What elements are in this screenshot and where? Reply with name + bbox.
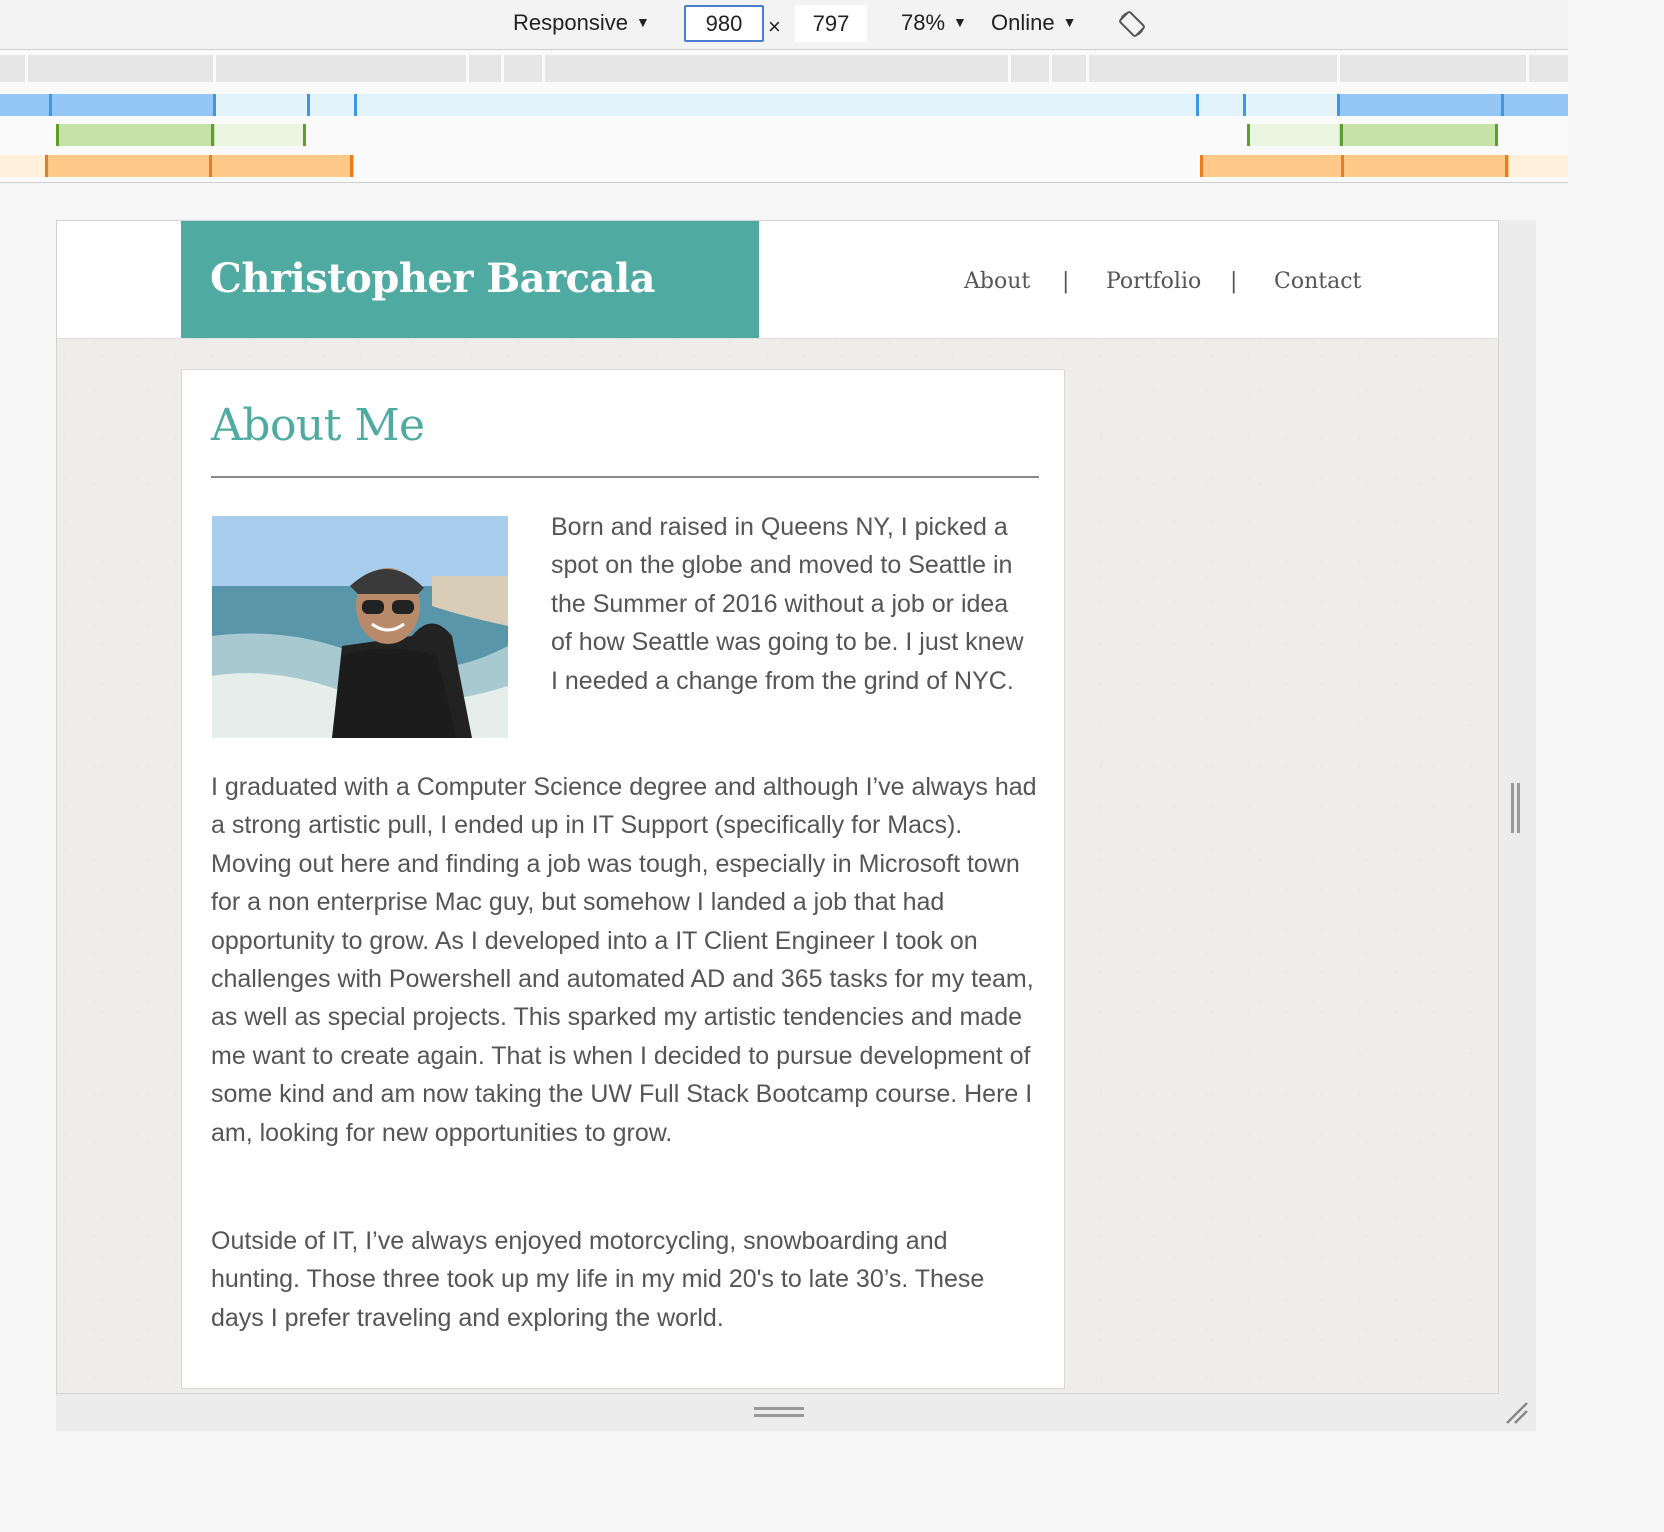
ruler-segment[interactable] bbox=[1011, 55, 1049, 82]
min-max-query-bar[interactable] bbox=[57, 124, 215, 146]
nav-about-link[interactable]: About bbox=[964, 269, 1030, 294]
corner-resize-icon[interactable] bbox=[1503, 1399, 1531, 1427]
breakpoint-marker[interactable] bbox=[1341, 155, 1344, 177]
breakpoint-marker[interactable] bbox=[1247, 124, 1250, 146]
chevron-down-icon: ▼ bbox=[1062, 14, 1077, 30]
bottom-resize-handle[interactable] bbox=[754, 1407, 804, 1419]
site-title[interactable]: Christopher Barcala bbox=[210, 255, 656, 302]
nav-separator: | bbox=[1062, 269, 1070, 294]
breakpoint-marker[interactable] bbox=[1200, 155, 1203, 177]
ruler-segment[interactable] bbox=[1089, 55, 1337, 82]
about-heading: About Me bbox=[211, 400, 425, 451]
min-width-query-bar[interactable] bbox=[1201, 155, 1509, 177]
nav-contact-link[interactable]: Contact bbox=[1274, 269, 1361, 294]
chevron-down-icon: ▼ bbox=[635, 14, 650, 30]
right-resize-handle[interactable] bbox=[1511, 783, 1520, 833]
min-max-query-bar[interactable] bbox=[1249, 124, 1339, 146]
beach-selfie-illustration bbox=[212, 516, 508, 738]
breakpoint-marker[interactable] bbox=[45, 155, 48, 177]
network-label: Online bbox=[991, 10, 1055, 35]
ruler-segment[interactable] bbox=[0, 55, 25, 82]
heading-divider bbox=[211, 476, 1039, 478]
about-career-paragraph: I graduated with a Computer Science degr… bbox=[211, 773, 1037, 1147]
zoom-select[interactable]: 78% ▼ bbox=[901, 10, 967, 36]
breakpoint-marker[interactable] bbox=[49, 94, 52, 116]
breakpoint-marker[interactable] bbox=[209, 155, 212, 177]
breakpoint-marker[interactable] bbox=[1196, 94, 1199, 116]
max-width-query-bar[interactable] bbox=[215, 94, 1339, 116]
device-label: Responsive bbox=[513, 10, 628, 35]
ruler-segment[interactable] bbox=[1340, 55, 1526, 82]
chevron-down-icon: ▼ bbox=[953, 14, 967, 30]
dimension-times-icon: × bbox=[768, 14, 781, 39]
device-select[interactable]: Responsive ▼ bbox=[513, 10, 650, 36]
nav-separator: | bbox=[1230, 269, 1238, 294]
breakpoint-marker[interactable] bbox=[1337, 94, 1340, 116]
max-width-query-bar[interactable] bbox=[1339, 94, 1568, 116]
breakpoint-marker[interactable] bbox=[1495, 124, 1498, 146]
about-hobbies-paragraph: Outside of IT, I’ve always enjoyed motor… bbox=[211, 1227, 985, 1332]
ruler-segment[interactable] bbox=[545, 55, 1008, 82]
breakpoint-marker[interactable] bbox=[213, 94, 216, 116]
zoom-label: 78% bbox=[901, 10, 946, 35]
breakpoint-marker[interactable] bbox=[303, 124, 306, 146]
about-card: About Me Born and raised in Queens NY, I… bbox=[181, 369, 1065, 1389]
min-width-query-bar[interactable] bbox=[0, 155, 46, 177]
device-toolbar: Responsive ▼ × 78% ▼ Online ▼ bbox=[0, 0, 1568, 50]
ruler-segment[interactable] bbox=[1052, 55, 1086, 82]
min-max-query-bar[interactable] bbox=[1339, 124, 1497, 146]
nav-portfolio-link[interactable]: Portfolio bbox=[1106, 269, 1201, 294]
ruler-segment[interactable] bbox=[28, 55, 213, 82]
max-width-query-bar[interactable] bbox=[0, 94, 215, 116]
profile-photo bbox=[212, 516, 508, 738]
ruler-segment[interactable] bbox=[504, 55, 542, 82]
min-max-query-bar[interactable] bbox=[215, 124, 305, 146]
ruler-segment[interactable] bbox=[469, 55, 501, 82]
min-width-query-bar[interactable] bbox=[1509, 155, 1568, 177]
breakpoint-marker[interactable] bbox=[1501, 94, 1504, 116]
ruler-segment[interactable] bbox=[1529, 55, 1568, 82]
breakpoint-marker[interactable] bbox=[211, 124, 214, 146]
breakpoint-marker[interactable] bbox=[1505, 155, 1508, 177]
height-input[interactable] bbox=[795, 5, 867, 42]
ruler-segment[interactable] bbox=[216, 55, 466, 82]
breakpoint-marker[interactable] bbox=[56, 124, 59, 146]
about-intro-paragraph: Born and raised in Queens NY, I picked a… bbox=[551, 513, 1024, 695]
emulated-viewport: Christopher Barcala About | Portfolio | … bbox=[56, 220, 1499, 1394]
breakpoint-marker[interactable] bbox=[307, 94, 310, 116]
network-throttle-select[interactable]: Online ▼ bbox=[991, 10, 1076, 36]
breakpoint-marker[interactable] bbox=[354, 94, 357, 116]
brand-banner: Christopher Barcala bbox=[181, 221, 759, 338]
site-header: Christopher Barcala About | Portfolio | … bbox=[57, 221, 1498, 339]
width-input[interactable] bbox=[684, 5, 764, 42]
breakpoint-marker[interactable] bbox=[1340, 124, 1343, 146]
rotate-icon[interactable] bbox=[1117, 9, 1147, 39]
min-width-query-bar[interactable] bbox=[46, 155, 354, 177]
breakpoint-marker[interactable] bbox=[1243, 94, 1246, 116]
breakpoint-marker[interactable] bbox=[350, 155, 353, 177]
media-query-bars bbox=[0, 50, 1568, 183]
